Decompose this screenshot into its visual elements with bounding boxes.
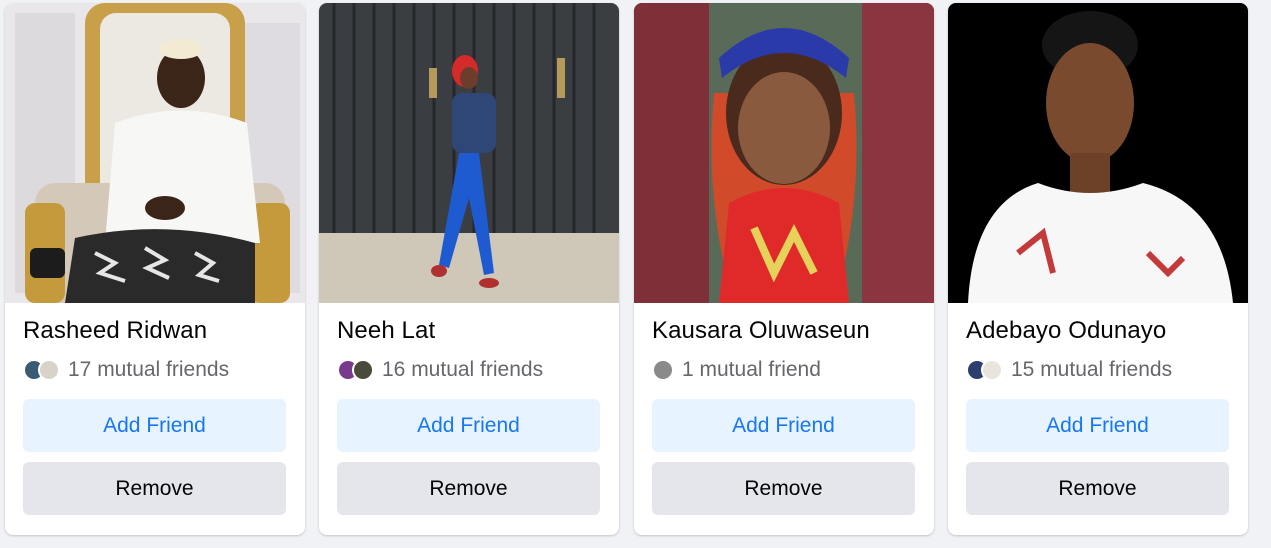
person-name[interactable]: Rasheed Ridwan [23,317,207,345]
profile-photo[interactable] [319,3,619,303]
mutual-friends[interactable]: 15 mutual friends [966,357,1172,383]
person-name[interactable]: Kausara Oluwaseun [652,317,870,345]
mutual-friends-count: 16 mutual friends [382,358,544,381]
suggestion-card: Neeh Lat 16 mutual friends Add Friend Re… [319,3,619,535]
profile-photo[interactable] [634,3,934,303]
suggestion-card: Adebayo Odunayo 15 mutual friends Add Fr… [948,3,1248,535]
mutual-friends[interactable]: 1 mutual friend [652,357,821,383]
mutual-friend-avatar [981,359,1003,381]
mutual-friends[interactable]: 17 mutual friends [23,357,229,383]
mutual-avatars [337,359,374,381]
remove-button[interactable]: Remove [23,462,286,515]
profile-photo[interactable] [5,3,305,303]
person-name[interactable]: Adebayo Odunayo [966,317,1166,345]
add-friend-button[interactable]: Add Friend [23,399,286,452]
mutual-avatars [23,359,60,381]
remove-button[interactable]: Remove [966,462,1229,515]
remove-button[interactable]: Remove [652,462,915,515]
mutual-friends[interactable]: 16 mutual friends [337,357,543,383]
suggestion-card: Rasheed Ridwan 17 mutual friends Add Fri… [5,3,305,535]
mutual-friend-avatar [38,359,60,381]
mutual-friend-avatar [652,359,674,381]
suggestion-card: Kausara Oluwaseun 1 mutual friend Add Fr… [634,3,934,535]
remove-button[interactable]: Remove [337,462,600,515]
mutual-avatars [652,359,674,381]
add-friend-button[interactable]: Add Friend [966,399,1229,452]
add-friend-button[interactable]: Add Friend [337,399,600,452]
profile-photo[interactable] [948,3,1248,303]
mutual-avatars [966,359,1003,381]
add-friend-button[interactable]: Add Friend [652,399,915,452]
mutual-friends-count: 17 mutual friends [68,358,230,381]
mutual-friends-count: 15 mutual friends [1011,358,1173,381]
mutual-friend-avatar [352,359,374,381]
person-name[interactable]: Neeh Lat [337,317,435,345]
mutual-friends-count: 1 mutual friend [682,358,821,381]
